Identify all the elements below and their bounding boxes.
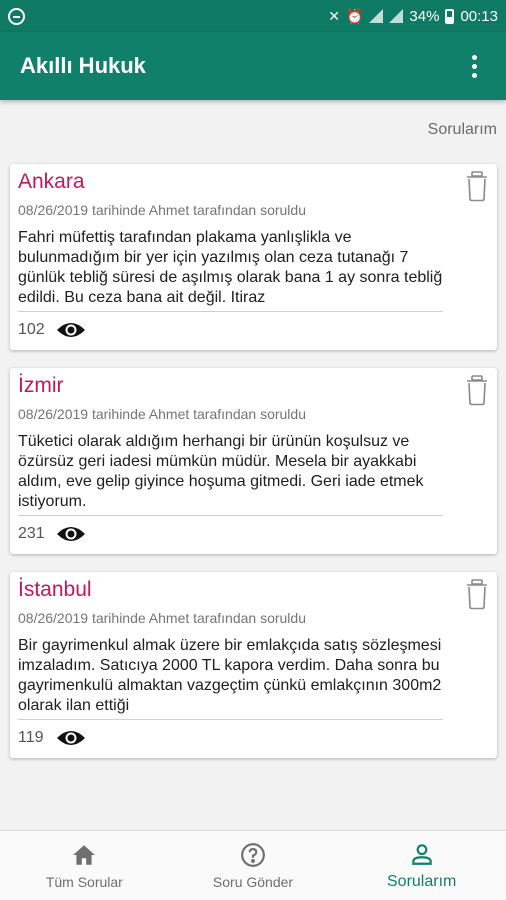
question-card[interactable]: Ankara 08/26/2019 tarihinde Ahmet tarafı…: [10, 164, 497, 350]
trash-icon[interactable]: [465, 578, 489, 610]
nav-my-questions[interactable]: Sorularım: [337, 831, 506, 900]
question-meta: 08/26/2019 tarihinde Ahmet tarafından so…: [18, 202, 306, 218]
eye-icon: [57, 731, 85, 745]
status-bar: ✕ ⏰ 34% 00:13: [0, 0, 506, 32]
view-count: 231: [18, 525, 45, 542]
do-not-disturb-icon: [8, 7, 25, 25]
view-count: 102: [18, 321, 45, 338]
card-divider: [18, 311, 443, 312]
app-bar: Akıllı Hukuk: [0, 32, 506, 100]
question-text: Fahri müfettiş tarafından plakama yanlış…: [18, 229, 443, 306]
view-count: 119: [18, 729, 44, 746]
clock: 00:13: [460, 7, 498, 25]
question-meta: 08/26/2019 tarihinde Ahmet tarafından so…: [18, 610, 306, 626]
eye-icon: [57, 527, 85, 541]
card-divider: [18, 719, 443, 720]
trash-icon[interactable]: [465, 170, 489, 202]
question-text: Bir gayrimenkul almak üzere bir emlakçıd…: [18, 637, 442, 714]
battery-percent: 34%: [409, 7, 440, 25]
card-divider: [18, 515, 443, 516]
more-vert-icon: [471, 54, 477, 60]
nav-all-questions[interactable]: Tüm Sorular: [0, 831, 169, 900]
battery-icon: [445, 8, 455, 24]
nav-label: Soru Gönder: [212, 873, 294, 890]
app-title: Akıllı Hukuk: [20, 53, 146, 78]
question-card[interactable]: İzmir 08/26/2019 tarihinde Ahmet tarafın…: [10, 368, 497, 554]
question-card[interactable]: İstanbul 08/26/2019 tarihinde Ahmet tara…: [10, 572, 497, 758]
nav-send-question[interactable]: Soru Gönder: [169, 831, 338, 900]
help-circle-icon: [241, 842, 265, 867]
nav-label: Tüm Sorular: [45, 873, 123, 890]
bottom-navigation: Tüm Sorular Soru Gönder Sorularım: [0, 830, 506, 900]
question-city: İstanbul: [18, 578, 92, 601]
section-title: Sorularım: [427, 121, 497, 138]
alarm-icon: ⏰: [345, 8, 364, 24]
mute-icon: ✕: [328, 8, 340, 24]
question-list: Ankara 08/26/2019 tarihinde Ahmet tarafı…: [10, 164, 497, 776]
person-icon: [411, 843, 432, 865]
nav-label: Sorularım: [387, 872, 457, 890]
overflow-menu-button[interactable]: [462, 52, 486, 80]
question-meta: 08/26/2019 tarihinde Ahmet tarafından so…: [18, 406, 306, 422]
home-icon: [73, 844, 96, 865]
question-text: Tüketici olarak aldığım herhangi bir ürü…: [18, 433, 424, 510]
question-city: İzmir: [18, 374, 64, 397]
signal-icon: [389, 9, 404, 23]
no-signal-icon: [369, 9, 384, 23]
eye-icon: [57, 323, 85, 337]
trash-icon[interactable]: [465, 374, 489, 406]
question-city: Ankara: [18, 170, 85, 193]
